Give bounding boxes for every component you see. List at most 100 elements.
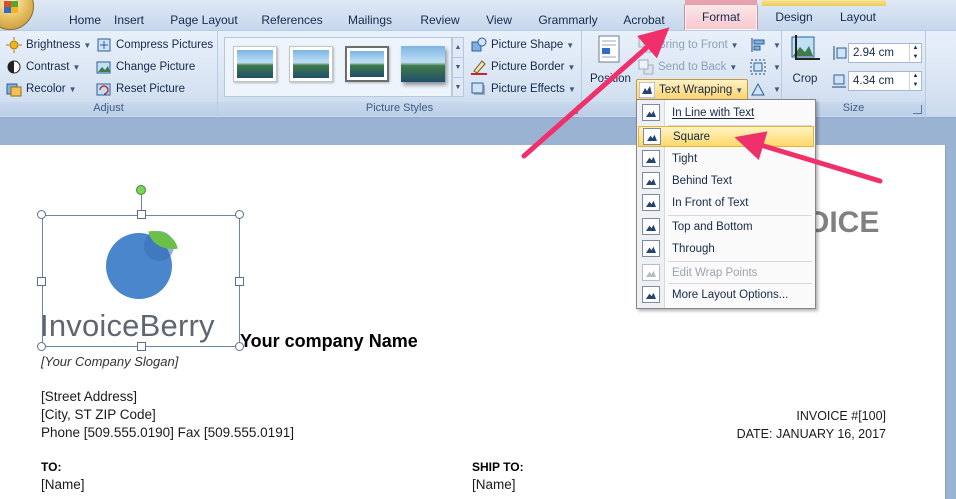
- resize-handle-bottom[interactable]: [137, 342, 146, 351]
- resize-handle-top-right[interactable]: [235, 210, 244, 219]
- phone-fax[interactable]: Phone [509.555.0190] Fax [509.555.0191]: [41, 425, 294, 440]
- recolor-label: Recolor: [26, 83, 66, 95]
- tab-layout[interactable]: Layout: [828, 3, 888, 30]
- send-to-back-label: Send to Back: [658, 61, 727, 73]
- position-label: Position: [590, 73, 631, 85]
- text-wrapping-label: Text Wrapping: [659, 84, 733, 96]
- menu-item-label: In Front of Text: [672, 196, 749, 209]
- group-picture-styles-label: Picture Styles: [218, 102, 581, 116]
- resize-handle-bottom-left[interactable]: [37, 342, 46, 351]
- menu-item-label: Behind Text: [672, 174, 732, 187]
- picture-style-thumb[interactable]: [345, 46, 389, 82]
- crop-button[interactable]: Crop: [790, 35, 820, 93]
- picture-selection-box[interactable]: [42, 215, 240, 347]
- gallery-more-icon[interactable]: ▼: [453, 78, 463, 98]
- tab-view[interactable]: View: [476, 10, 522, 30]
- menu-item-label: Square: [673, 130, 711, 143]
- bring-to-front-button[interactable]: Bring to Front ▼: [638, 35, 739, 55]
- in-line-wrap-icon: [642, 104, 660, 121]
- company-slogan[interactable]: [Your Company Slogan]: [41, 354, 178, 369]
- shape-width-icon: [831, 73, 847, 89]
- street-address[interactable]: [Street Address]: [41, 389, 137, 404]
- tab-review[interactable]: Review: [412, 10, 468, 30]
- menu-item-in-front-of-text[interactable]: In Front of Text: [638, 192, 814, 213]
- picture-styles-launcher[interactable]: [569, 105, 578, 114]
- brightness-button[interactable]: Brightness ▼: [6, 35, 91, 55]
- tab-format[interactable]: Format: [684, 0, 758, 30]
- to-name[interactable]: [Name]: [41, 477, 85, 492]
- rotate-button[interactable]: ▼: [750, 79, 781, 99]
- change-picture-button[interactable]: Change Picture: [96, 57, 195, 77]
- invoice-number[interactable]: INVOICE #[100]: [796, 409, 886, 423]
- tab-references[interactable]: References: [254, 10, 330, 30]
- picture-styles-gallery[interactable]: [224, 37, 452, 97]
- resize-handle-left[interactable]: [37, 277, 46, 286]
- shape-height-spinner-icon[interactable]: ▲ ▼: [909, 44, 921, 62]
- in-front-wrap-icon: [642, 194, 660, 211]
- reset-picture-icon: [96, 81, 112, 97]
- gallery-up-icon[interactable]: ▲: [453, 38, 463, 58]
- shape-width-spinner-icon[interactable]: ▲ ▼: [909, 72, 921, 90]
- recolor-button[interactable]: Recolor ▼: [6, 79, 77, 99]
- send-to-back-icon: [638, 59, 654, 75]
- bring-to-front-icon: [638, 37, 654, 53]
- to-label: TO:: [41, 460, 62, 474]
- recolor-icon: [6, 81, 22, 97]
- company-name[interactable]: Your company Name: [240, 331, 418, 352]
- tab-mailings[interactable]: Mailings: [338, 10, 402, 30]
- tab-design[interactable]: Design: [764, 3, 824, 30]
- align-button[interactable]: ▼: [750, 35, 781, 55]
- text-wrapping-button[interactable]: Text Wrapping ▼: [636, 79, 749, 101]
- position-icon: [596, 35, 624, 63]
- ship-to-name[interactable]: [Name]: [472, 477, 516, 492]
- invoice-date[interactable]: DATE: JANUARY 16, 2017: [737, 427, 886, 441]
- menu-item-more-layout-options[interactable]: More Layout Options...: [638, 284, 814, 305]
- group-objects-button[interactable]: ▼: [750, 57, 781, 77]
- city-zip[interactable]: [City, ST ZIP Code]: [41, 407, 156, 422]
- rotation-handle[interactable]: [136, 185, 146, 195]
- tab-acrobat[interactable]: Acrobat: [612, 10, 676, 30]
- office-button[interactable]: [0, 0, 34, 30]
- gallery-down-icon[interactable]: ▼: [453, 58, 463, 78]
- menu-item-edit-wrap-points[interactable]: Edit Wrap Points: [638, 262, 814, 283]
- picture-style-thumb[interactable]: [401, 46, 445, 82]
- shape-height-input[interactable]: 2.94 cm ▲ ▼: [848, 43, 922, 63]
- square-wrap-icon: [643, 128, 661, 145]
- shape-height-value: 2.94 cm: [853, 47, 894, 59]
- text-wrapping-menu: In Line with Text Square Tight Behind Te…: [636, 99, 816, 309]
- tab-grammarly[interactable]: Grammarly: [532, 10, 604, 30]
- picture-shape-button[interactable]: Picture Shape ▼: [471, 35, 574, 55]
- menu-item-through[interactable]: Through: [638, 238, 814, 259]
- picture-style-thumb[interactable]: [289, 46, 333, 82]
- resize-handle-top-left[interactable]: [37, 210, 46, 219]
- invoice-title[interactable]: OICE: [806, 206, 879, 240]
- reset-picture-button[interactable]: Reset Picture: [96, 79, 185, 99]
- resize-handle-top[interactable]: [137, 210, 146, 219]
- resize-handle-right[interactable]: [235, 277, 244, 286]
- picture-border-button[interactable]: Picture Border ▼: [471, 57, 575, 77]
- contrast-button[interactable]: Contrast ▼: [6, 57, 80, 77]
- tab-page-layout[interactable]: Page Layout: [162, 10, 246, 30]
- shape-width-input[interactable]: 4.34 cm ▲ ▼: [848, 71, 922, 91]
- reset-picture-label: Reset Picture: [116, 83, 186, 95]
- menu-item-behind-text[interactable]: Behind Text: [638, 170, 814, 191]
- compress-pictures-button[interactable]: Compress Pictures: [96, 35, 213, 55]
- menu-item-top-and-bottom[interactable]: Top and Bottom: [638, 216, 814, 237]
- menu-item-in-line-with-text[interactable]: In Line with Text: [638, 102, 814, 123]
- tab-insert[interactable]: Insert: [100, 10, 158, 30]
- size-launcher[interactable]: [913, 105, 922, 114]
- contrast-icon: [6, 59, 22, 75]
- picture-style-thumb[interactable]: [233, 46, 277, 82]
- menu-item-label: Edit Wrap Points: [672, 266, 758, 279]
- send-to-back-button[interactable]: Send to Back ▼: [638, 57, 737, 77]
- compress-label: Compress Pictures: [116, 39, 214, 51]
- menu-item-square[interactable]: Square: [638, 126, 814, 147]
- gallery-scroll[interactable]: ▲ ▼ ▼: [452, 37, 464, 97]
- picture-border-icon: [471, 59, 487, 75]
- picture-effects-button[interactable]: Picture Effects ▼: [471, 79, 576, 99]
- tab-format-label: Format: [701, 10, 740, 24]
- position-button[interactable]: Position: [590, 35, 631, 95]
- menu-item-tight[interactable]: Tight: [638, 148, 814, 169]
- ribbon-tab-bar: Home Insert Page Layout References Maili…: [0, 0, 956, 30]
- align-icon: [750, 37, 766, 53]
